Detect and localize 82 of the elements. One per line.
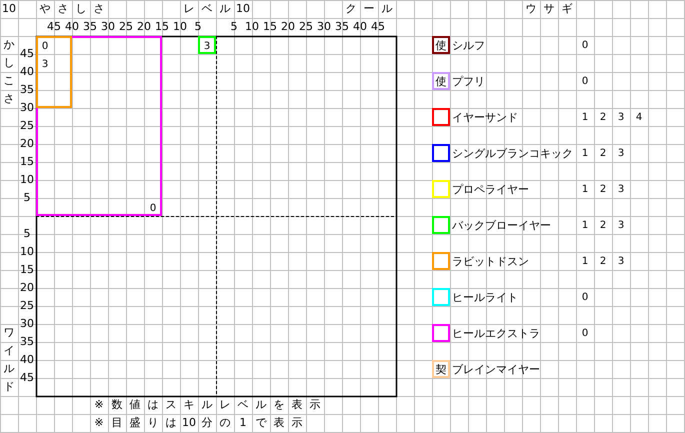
axis-tick-label: 20 — [281, 21, 295, 33]
axis-title: やさしさ — [38, 1, 106, 17]
skill-name: バックブローイヤー — [451, 218, 551, 232]
level-value: 3 — [42, 59, 48, 70]
skill-level: 0 — [582, 328, 588, 338]
axis-tick-label: 30 — [101, 21, 115, 33]
axis-tick-label: 10 — [20, 174, 34, 186]
skill-level: 0 — [582, 76, 588, 86]
axis-tick-label: 35 — [83, 21, 97, 33]
skill-level: 3 — [618, 112, 624, 122]
axis-tick-label: 15 — [155, 21, 169, 33]
skill-name: シングルブランコキック — [451, 146, 573, 160]
axis-tick-label: 10 — [20, 246, 34, 258]
scale-label: 10 — [1, 1, 17, 17]
axis-tick-label: 40 — [353, 21, 367, 33]
axis-tick-label: 45 — [47, 21, 61, 33]
axis-tick-label: 45 — [371, 21, 385, 33]
skill-name: プロペライヤー — [451, 182, 529, 196]
note-text: ※目盛りは 10 分の 1 で表示 — [93, 415, 304, 431]
skill-level: 2 — [600, 220, 606, 230]
axis-tick-label: 10 — [245, 21, 259, 33]
legend-swatch: 使 — [432, 36, 450, 54]
skill-name: プフリ — [451, 74, 485, 88]
legend-swatch: 契 — [432, 360, 450, 378]
axis-tick-label: 25 — [119, 21, 133, 33]
skill-level: 3 — [618, 184, 624, 194]
axis-tick-label: 30 — [317, 21, 331, 33]
axis-tick-label: 45 — [20, 48, 34, 60]
skill-level: 4 — [636, 112, 642, 122]
level-value: 0 — [42, 41, 48, 52]
skill-level: 2 — [600, 184, 606, 194]
axis-tick-label: 40 — [65, 21, 79, 33]
skill-name: ブレインマイヤー — [451, 362, 540, 376]
axis-tick-label: 5 — [194, 21, 202, 33]
skill-level: 1 — [582, 148, 588, 158]
skill-level: 3 — [618, 220, 624, 230]
axis-tick-label: 25 — [299, 21, 313, 33]
axis-title: ワイルド — [2, 325, 16, 395]
axis-tick-label: 35 — [20, 84, 34, 96]
level-value: 3 — [204, 41, 210, 52]
axis-tick-label: 5 — [24, 192, 30, 204]
axis-tick-label: 40 — [20, 354, 34, 366]
axis-tick-label: 5 — [230, 21, 238, 33]
note-text: ※数値はスキルレベルを表示 — [93, 397, 322, 413]
skill-level: 0 — [582, 292, 588, 302]
axis-title: クール — [344, 1, 394, 17]
axis-tick-label: 20 — [20, 282, 34, 294]
axis-title: かしこさ — [2, 37, 16, 107]
level-value: 0 — [150, 203, 156, 214]
axis-tick-label: 25 — [20, 120, 34, 132]
axis-tick-label: 15 — [20, 264, 34, 276]
skill-level: 1 — [582, 112, 588, 122]
skill-name: イヤーサンド — [451, 110, 518, 124]
skill-level: 3 — [618, 148, 624, 158]
axis-tick-label: 15 — [20, 156, 34, 168]
axis-tick-label: 5 — [24, 228, 30, 240]
axis-tick-label: 35 — [335, 21, 349, 33]
axis-tick-label: 15 — [263, 21, 277, 33]
axis-title: レベル 10 — [182, 1, 251, 17]
skill-name: ヒールエクストラ — [451, 326, 540, 340]
axis-tick-label: 20 — [137, 21, 151, 33]
skill-level: 3 — [618, 256, 624, 266]
skill-level: 2 — [600, 148, 606, 158]
skill-level: 1 — [582, 220, 588, 230]
axis-tick-label: 30 — [20, 318, 34, 330]
skill-name: ラビットドスン — [451, 254, 529, 268]
legend-title: ウサギ — [524, 1, 574, 17]
skill-level: 1 — [582, 184, 588, 194]
skill-level: 2 — [600, 112, 606, 122]
skill-level: 1 — [582, 256, 588, 266]
axis-tick-label: 40 — [20, 66, 34, 78]
axis-tick-label: 10 — [173, 21, 187, 33]
legend-swatch: 使 — [432, 72, 450, 90]
axis-tick-label: 20 — [20, 138, 34, 150]
skill-level: 0 — [582, 40, 588, 50]
skill-name: ヒールライト — [451, 290, 518, 304]
axis-tick-label: 25 — [20, 300, 34, 312]
axis-tick-label: 30 — [20, 102, 34, 114]
axis-tick-label: 35 — [20, 336, 34, 348]
axis-tick-label: 45 — [20, 372, 34, 384]
skill-name: シルフ — [451, 38, 485, 52]
skill-level: 2 — [600, 256, 606, 266]
